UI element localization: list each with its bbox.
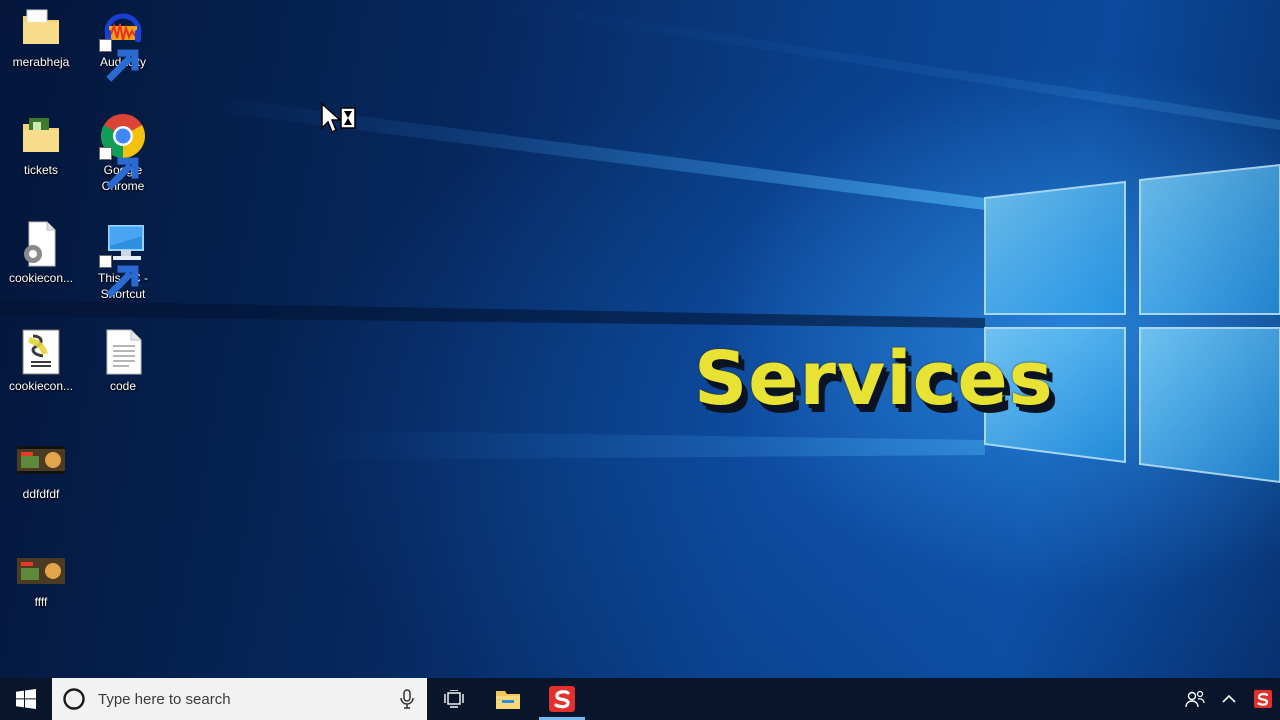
script-file-icon [17,328,65,376]
desktop-icon-label: tickets [23,163,58,177]
desktop-icon-tickets[interactable]: tickets [0,112,82,178]
cortana-icon[interactable] [62,687,86,711]
start-icon [16,689,36,709]
desktop[interactable]: merabheja Audacity tickets Google Chrome… [0,0,1280,678]
desktop-icon-label: merabheja [12,55,70,69]
desktop-icon-cookiecon-script[interactable]: cookiecon... [0,328,82,394]
computer-icon [99,220,147,298]
app-s-icon [549,686,575,712]
file-explorer-icon [496,691,520,709]
chrome-icon [99,112,147,190]
start-button[interactable] [0,678,52,720]
shortcut-arrow-icon [99,147,139,190]
image-thumbnail-icon [17,544,65,592]
desktop-icon-merabheja[interactable]: merabheja [0,4,82,70]
desktop-icon-label: ffff [34,595,48,609]
chevron-up-icon [1222,694,1236,703]
taskbar [0,678,1280,720]
search-input[interactable] [96,683,399,715]
desktop-icon-ddfdfdf[interactable]: ddfdfdf [0,436,82,502]
desktop-icon-audacity[interactable]: Audacity [82,4,164,82]
desktop-icon-code[interactable]: code [82,328,164,394]
microphone-icon[interactable] [399,689,415,709]
image-thumbnail-icon [17,436,65,484]
folder-icon [17,4,65,52]
shortcut-arrow-icon [99,39,139,82]
show-hidden-icons-button[interactable] [1212,678,1246,720]
system-tray [1178,678,1280,720]
app-s-tray-icon [1254,690,1272,708]
file-explorer-button[interactable] [481,678,535,720]
search-box[interactable] [52,678,427,720]
desktop-icon-label: ddfdfdf [22,487,60,501]
desktop-icon-label: cookiecon... [8,379,74,393]
shortcut-arrow-icon [99,255,139,298]
settings-file-icon [17,220,65,268]
desktop-icon-label: cookiecon... [8,271,74,285]
task-view-button[interactable] [427,678,481,720]
task-view-icon [444,690,464,708]
desktop-icon-cookiecon-settings[interactable]: cookiecon... [0,220,82,286]
text-file-icon [99,328,147,376]
desktop-icon-ffff[interactable]: ffff [0,544,82,610]
overlay-title: Services [694,336,1054,422]
desktop-icon-this-pc-shortcut[interactable]: This PC - Shortcut [82,220,164,302]
busy-cursor-icon [321,102,356,134]
people-icon [1185,690,1205,708]
app-s-tray-button[interactable] [1246,678,1280,720]
audacity-icon [99,4,147,82]
app-s-button[interactable] [535,678,589,720]
desktop-icon-google-chrome[interactable]: Google Chrome [82,112,164,194]
wallpaper [0,0,1280,484]
folder-icon [17,112,65,160]
desktop-icon-label: code [109,379,137,393]
people-button[interactable] [1178,678,1212,720]
